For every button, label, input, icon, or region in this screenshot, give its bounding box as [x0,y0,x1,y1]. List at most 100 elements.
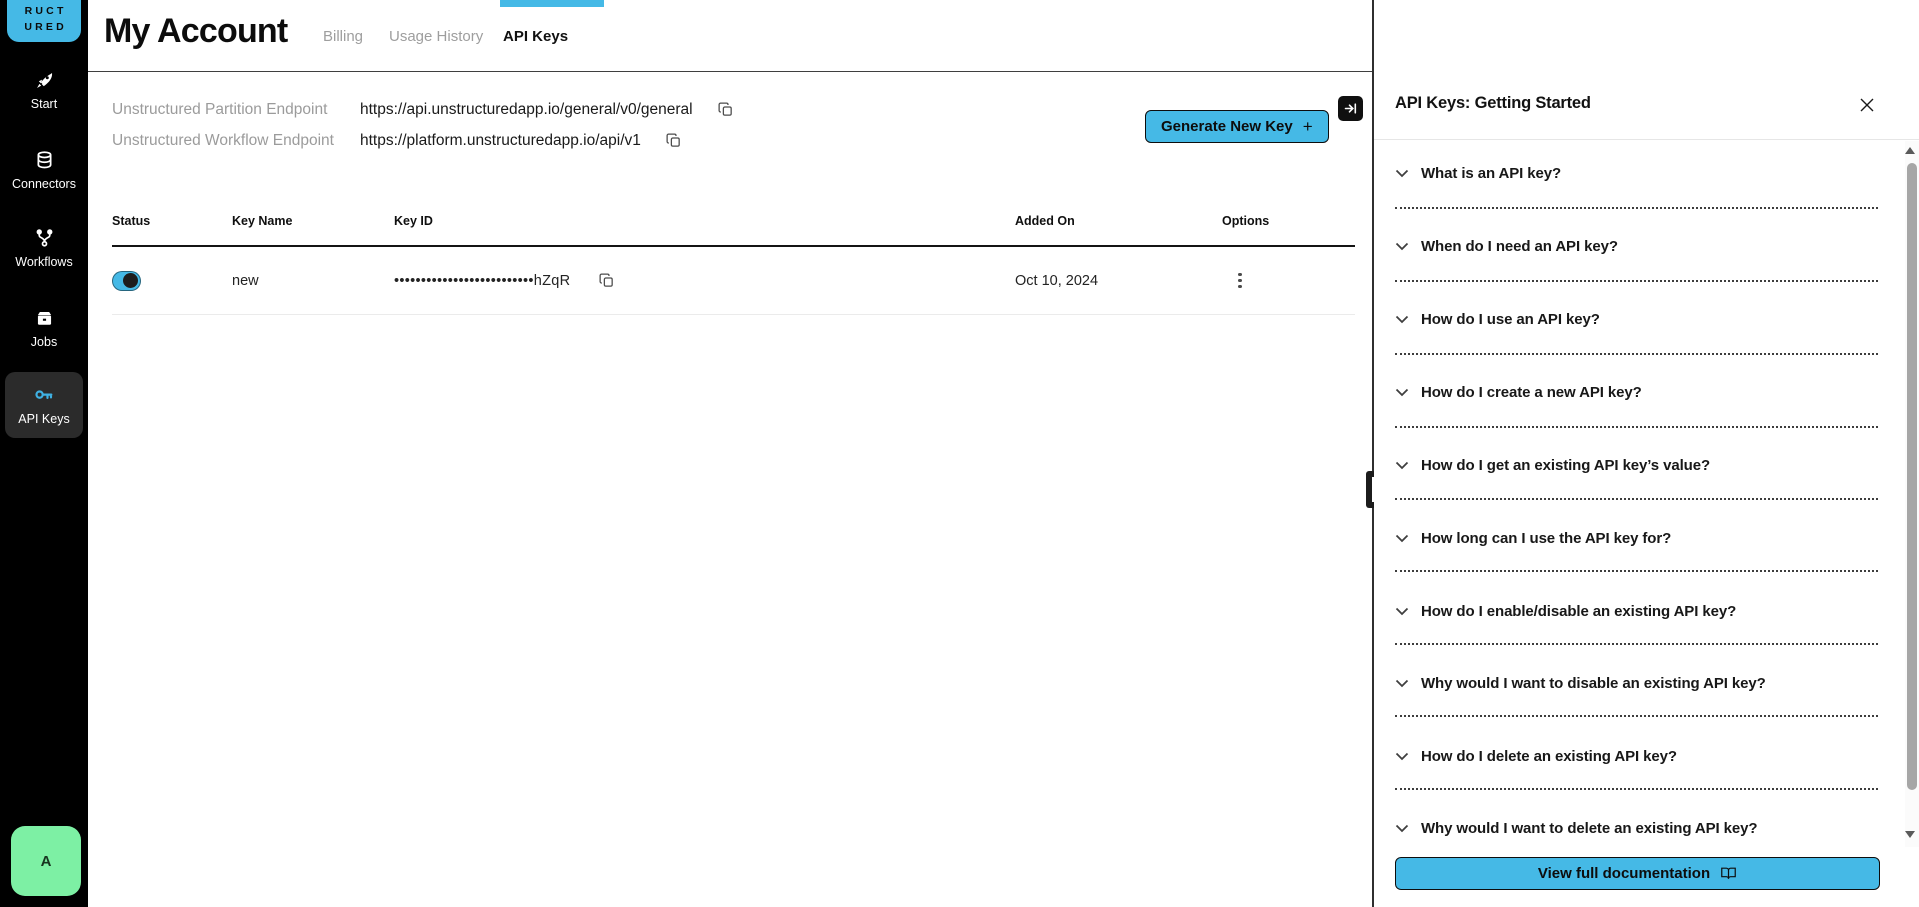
database-icon [34,150,55,171]
faq-question: Why would I want to disable an existing … [1421,675,1766,692]
chevron-down-icon [1395,461,1409,470]
getting-started-panel: API Keys: Getting Started What is an API… [1374,0,1919,907]
main-content: My Account Billing Usage History API Key… [88,0,1373,907]
sidebar-item-start[interactable]: Start [0,70,88,111]
generate-new-key-button[interactable]: Generate New Key + [1145,110,1329,143]
dotted-divider [1395,788,1878,790]
collapse-panel-button[interactable] [1338,96,1363,121]
faq-item[interactable]: Why would I want to delete an existing A… [1395,817,1864,839]
faq-question: How do I create a new API key? [1421,384,1642,401]
col-header-key-name: Key Name [232,214,394,228]
added-on-cell: Oct 10, 2024 [1015,273,1222,289]
chevron-down-icon [1395,679,1409,688]
sidebar-item-jobs[interactable]: Jobs [0,308,88,349]
endpoint-value: https://api.unstructuredapp.io/general/v… [360,101,693,119]
chevron-down-icon [1395,752,1409,761]
copy-icon[interactable] [717,101,734,118]
key-name-cell: new [232,273,394,289]
faq-question: Why would I want to delete an existing A… [1421,820,1757,837]
copy-icon[interactable] [598,272,615,289]
faq-question: When do I need an API key? [1421,238,1618,255]
user-avatar[interactable]: A [11,826,81,896]
key-status-toggle[interactable] [112,271,141,291]
unstructured-logo[interactable]: RUCT URED [7,0,81,42]
close-icon[interactable] [1857,95,1877,115]
plus-icon: + [1303,117,1313,137]
view-full-documentation-button[interactable]: View full documentation [1395,857,1880,890]
rocket-icon [34,70,55,91]
panel-header: API Keys: Getting Started [1374,0,1919,140]
chevron-down-icon [1395,607,1409,616]
faq-item[interactable]: When do I need an API key? [1395,235,1864,257]
row-options-button[interactable] [1222,269,1242,293]
faq-question: How do I delete an existing API key? [1421,748,1677,765]
dotted-divider [1395,498,1878,500]
copy-icon[interactable] [665,132,682,149]
endpoint-label: Unstructured Partition Endpoint [112,101,360,119]
scrollbar-thumb[interactable] [1907,163,1917,790]
toggle-knob [123,273,138,288]
dotted-divider [1395,715,1878,717]
col-header-status: Status [112,214,232,228]
endpoints-section: Unstructured Partition Endpoint https://… [112,96,734,158]
page-title: My Account [104,12,287,51]
sidebar-item-workflows[interactable]: Workflows [0,228,88,269]
sidebar: RUCT URED Start Connectors [0,0,88,907]
workflow-endpoint-row: Unstructured Workflow Endpoint https://p… [112,127,734,154]
tab-api-keys[interactable]: API Keys [503,0,568,72]
faq-item[interactable]: How long can I use the API key for? [1395,527,1864,549]
dotted-divider [1395,207,1878,209]
table-header: Status Key Name Key ID Added On Options [112,214,1355,247]
logo-text-bottom: URED [24,19,67,35]
faq-question: How do I use an API key? [1421,311,1600,328]
active-tab-indicator [500,0,604,7]
sidebar-item-label: API Keys [18,412,69,426]
avatar-letter: A [41,853,52,870]
faq-item[interactable]: How do I use an API key? [1395,308,1864,330]
scroll-down-arrow[interactable] [1905,831,1915,838]
tab-usage-history[interactable]: Usage History [389,0,483,72]
faq-item[interactable]: How do I get an existing API key’s value… [1395,454,1864,476]
chevron-down-icon [1395,534,1409,543]
chevron-down-icon [1395,242,1409,251]
tab-billing[interactable]: Billing [323,0,363,72]
collapse-panel-icon [1344,102,1357,115]
faq-item[interactable]: Why would I want to disable an existing … [1395,672,1864,694]
table-row: new ••••••••••••••••••••••••••hZqR Oct 1… [112,247,1355,315]
sidebar-item-connectors[interactable]: Connectors [0,150,88,191]
page-header: My Account Billing Usage History API Key… [88,0,1373,72]
faq-question: How do I enable/disable an existing API … [1421,603,1736,620]
chevron-down-icon [1395,388,1409,397]
faq-question: How long can I use the API key for? [1421,530,1671,547]
branch-icon [34,228,55,249]
faq-item[interactable]: How do I create a new API key? [1395,381,1864,403]
scroll-up-arrow[interactable] [1905,147,1915,154]
panel-title: API Keys: Getting Started [1395,94,1591,113]
sidebar-item-label: Jobs [31,335,57,349]
faq-item[interactable]: What is an API key? [1395,162,1864,184]
dotted-divider [1395,643,1878,645]
chevron-down-icon [1395,315,1409,324]
sidebar-item-label: Start [31,97,57,111]
dotted-divider [1395,426,1878,428]
chevron-down-icon [1395,169,1409,178]
sidebar-item-label: Workflows [15,255,72,269]
sidebar-item-label: Connectors [12,177,76,191]
key-icon [33,385,55,407]
faq-question: What is an API key? [1421,165,1561,182]
chevron-down-icon [1395,824,1409,833]
open-book-icon [1720,865,1737,882]
view-full-documentation-label: View full documentation [1538,865,1710,882]
inbox-icon [34,308,55,329]
col-header-options: Options [1222,214,1355,228]
generate-new-key-label: Generate New Key [1161,118,1293,135]
faq-item[interactable]: How do I delete an existing API key? [1395,745,1864,767]
partition-endpoint-row: Unstructured Partition Endpoint https://… [112,96,734,123]
dotted-divider [1395,353,1878,355]
col-header-added-on: Added On [1015,214,1222,228]
sidebar-item-api-keys[interactable]: API Keys [5,372,83,438]
faq-item[interactable]: How do I enable/disable an existing API … [1395,600,1864,622]
dotted-divider [1395,570,1878,572]
endpoint-value: https://platform.unstructuredapp.io/api/… [360,132,641,150]
faq-question: How do I get an existing API key’s value… [1421,457,1710,474]
